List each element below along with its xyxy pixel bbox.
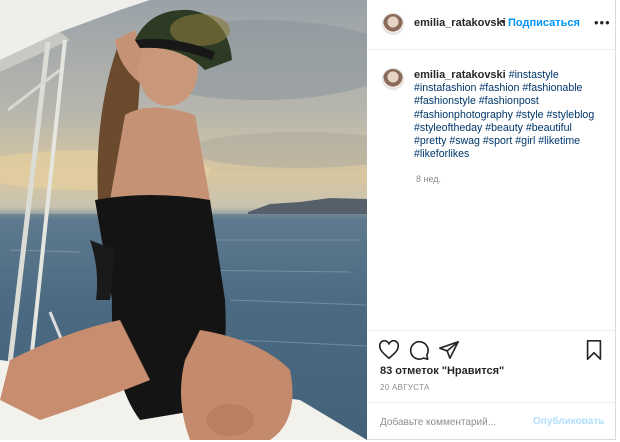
share-icon[interactable] [438,339,460,361]
bookmark-icon[interactable] [584,339,604,361]
post-date: 20 АВГУСТА [380,383,430,392]
action-icons [378,339,608,363]
caption-avatar[interactable] [382,68,404,90]
instagram-post: emilia_ratakovski • Подписаться ••• emil… [0,0,616,440]
likes-count[interactable]: 83 отметок "Нравится" [380,365,504,377]
username-link[interactable]: emilia_ratakovski [414,17,506,29]
comment-input[interactable] [378,412,532,432]
follow-button[interactable]: Подписаться [508,17,580,29]
post-side-panel: emilia_ratakovski • Подписаться ••• emil… [368,0,615,440]
time-ago: 8 нед. [416,174,442,184]
caption-hashtags[interactable]: #instastyle #instafashion #fashion #fash… [414,69,594,160]
comment-icon[interactable] [408,339,430,361]
separator-dot: • [501,16,505,28]
more-options-icon[interactable]: ••• [594,15,611,30]
heart-icon[interactable] [378,339,400,361]
publish-button[interactable]: Опубликовать [533,416,604,427]
caption-text: emilia_ratakovski #instastyle #instafash… [414,69,604,161]
post-header: emilia_ratakovski • Подписаться ••• [368,0,615,50]
caption-username-link[interactable]: emilia_ratakovski [414,69,506,81]
avatar[interactable] [382,13,404,35]
photo-illustration [0,0,367,440]
comment-box: Опубликовать [368,402,615,441]
post-photo[interactable] [0,0,367,440]
post-actions: 83 отметок "Нравится" 20 АВГУСТА Опублик… [368,330,615,441]
